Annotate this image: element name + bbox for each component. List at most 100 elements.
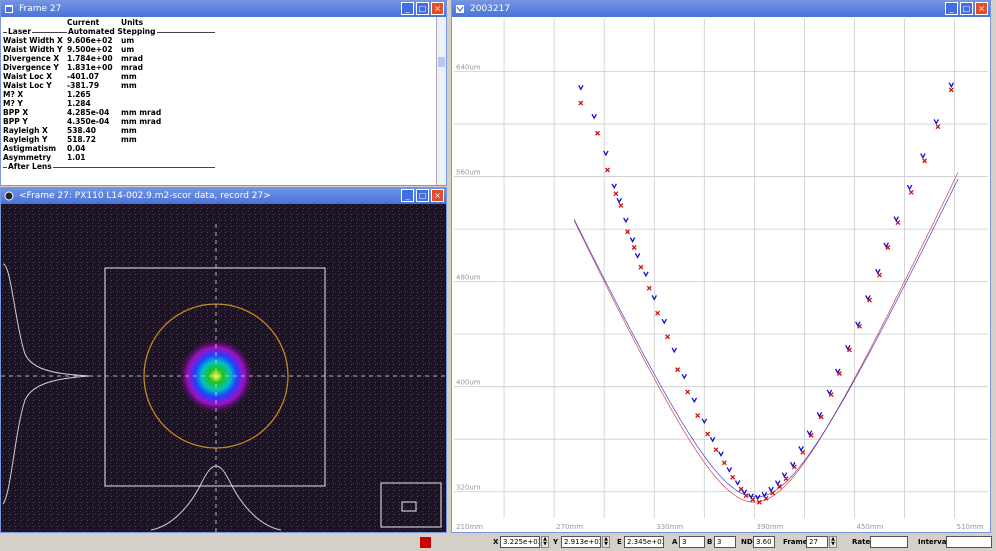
minimize-button[interactable]: _ xyxy=(945,2,958,15)
result-label: Rayleigh X xyxy=(3,126,48,135)
data-point-x xyxy=(721,460,727,466)
y-spinner[interactable]: ▲ ▼ xyxy=(602,536,610,548)
results-table: Current Units Laser Automated Stepping W… xyxy=(3,18,433,171)
result-value: 4.285e-04 xyxy=(67,108,110,117)
data-point-x xyxy=(695,413,701,419)
x-spinner[interactable]: ▲ ▼ xyxy=(541,536,549,548)
result-row: M? Y 1.284 xyxy=(3,99,433,108)
data-point-x xyxy=(646,285,652,291)
data-point-y xyxy=(661,318,668,325)
fit-curve-0 xyxy=(573,172,959,503)
data-point-y xyxy=(643,271,649,278)
beam-titlebar[interactable]: <Frame 27: PX110 L14-002.9.m2-scor data,… xyxy=(1,188,446,204)
column-current: Current xyxy=(67,18,100,27)
data-point-x xyxy=(908,189,914,195)
e-label: E xyxy=(617,538,622,546)
x-tick-label: 330mm xyxy=(656,523,683,531)
minimize-button[interactable]: _ xyxy=(401,189,414,202)
data-point-y xyxy=(798,446,804,452)
close-button[interactable]: × xyxy=(431,2,444,15)
y-tick-label: 560um xyxy=(456,169,481,177)
beam-profile-image[interactable] xyxy=(1,204,446,532)
result-row: BPP X 4.285e-04 mm mrad xyxy=(3,108,433,117)
fit-curve-1 xyxy=(573,179,959,498)
data-point-x xyxy=(638,264,644,270)
data-point-y xyxy=(634,253,641,259)
close-button[interactable]: × xyxy=(975,2,988,15)
beam-title: <Frame 27: PX110 L14-002.9.m2-scor data,… xyxy=(19,191,271,201)
nd-label: ND xyxy=(741,538,753,546)
y-readout: 2.913e+03 xyxy=(561,536,601,548)
data-point-y xyxy=(774,480,781,486)
data-point-y xyxy=(806,430,813,436)
nd-field[interactable]: 3.60 xyxy=(753,536,775,548)
result-label: M? Y xyxy=(3,99,23,108)
x-tick-label: 210mm xyxy=(456,523,483,531)
result-unit: um xyxy=(121,45,135,54)
data-point-x xyxy=(665,334,671,340)
plot-titlebar[interactable]: 2003217 _ □ × xyxy=(452,1,990,17)
result-row: Astigmatism 0.04 xyxy=(3,144,433,153)
frame-field[interactable]: 27 xyxy=(806,536,828,548)
minimize-button[interactable]: _ xyxy=(401,2,414,15)
data-point-y xyxy=(748,493,754,500)
data-point-y xyxy=(768,486,774,493)
result-label: Divergence Y xyxy=(3,63,59,72)
result-label: Rayleigh Y xyxy=(3,135,48,144)
result-value: 518.72 xyxy=(67,135,96,144)
data-point-x xyxy=(613,191,619,197)
data-point-y xyxy=(835,368,841,375)
status-bar: X 3.225e+03 ▲ ▼ Y 2.913e+03 ▲ ▼ E 2.345e+0… xyxy=(0,534,996,551)
result-value: 1.01 xyxy=(67,153,86,162)
data-point-y xyxy=(883,242,889,249)
data-point-y xyxy=(789,461,796,468)
data-point-x xyxy=(625,229,631,235)
maximize-button[interactable]: □ xyxy=(960,2,973,15)
b-field[interactable]: 3 xyxy=(714,536,736,548)
data-point-y xyxy=(671,347,678,354)
data-point-y xyxy=(681,373,688,380)
scrollbar-thumb[interactable] xyxy=(438,57,445,67)
chart-icon xyxy=(456,5,464,13)
result-value: 0.04 xyxy=(67,144,86,153)
result-unit: mrad xyxy=(121,54,143,63)
result-value: 9.606e+02 xyxy=(67,36,113,45)
data-point-y xyxy=(855,321,861,328)
results-titlebar[interactable]: Frame 27 _ □ × xyxy=(1,1,446,17)
result-value: 9.500e+02 xyxy=(67,45,113,54)
data-point-x xyxy=(922,158,928,164)
result-unit: mm xyxy=(121,126,137,135)
result-label: Waist Loc X xyxy=(3,72,53,81)
result-row: BPP Y 4.350e-04 mm mrad xyxy=(3,117,433,126)
frame-spinner[interactable]: ▲ ▼ xyxy=(829,536,837,548)
plot-title: 2003217 xyxy=(470,4,511,14)
data-point-x xyxy=(605,167,610,173)
data-point-y xyxy=(578,84,584,91)
data-point-y xyxy=(826,389,833,396)
a-label: A xyxy=(672,538,678,546)
results-title: Frame 27 xyxy=(19,4,62,14)
result-unit: mm xyxy=(121,81,137,90)
result-row: Waist Loc Y -381.79 mm xyxy=(3,81,433,90)
maximize-button[interactable]: □ xyxy=(416,189,429,202)
result-label: Waist Width Y xyxy=(3,45,63,54)
data-point-x xyxy=(578,100,584,106)
y-tick-label: 640um xyxy=(456,64,481,72)
data-point-y xyxy=(920,153,926,159)
caustic-plot-window: 2003217 _ □ × 210mm 270mm 330mm 390mm 450mm 5… xyxy=(451,0,991,533)
results-scrollbar[interactable] xyxy=(436,17,446,185)
results-window: Frame 27 _ □ × Current Units Laser Autom… xyxy=(0,0,447,186)
close-button[interactable]: × xyxy=(431,189,444,202)
result-row: Waist Width X 9.606e+02 um xyxy=(3,36,433,45)
data-point-y xyxy=(726,467,733,473)
result-unit xyxy=(121,90,241,99)
caustic-chart[interactable]: 210mm 270mm 330mm 390mm 450mm 510mm 640um 560um… xyxy=(452,17,990,532)
interval-field[interactable] xyxy=(946,536,992,548)
result-row: Waist Width Y 9.500e+02 um xyxy=(3,45,433,54)
a-field[interactable]: 3 xyxy=(679,536,705,548)
result-value: 1.284 xyxy=(67,99,91,108)
data-point-y xyxy=(948,82,955,89)
rate-field[interactable] xyxy=(870,536,908,548)
x-tick-label: 450mm xyxy=(857,523,884,531)
maximize-button[interactable]: □ xyxy=(416,2,429,15)
